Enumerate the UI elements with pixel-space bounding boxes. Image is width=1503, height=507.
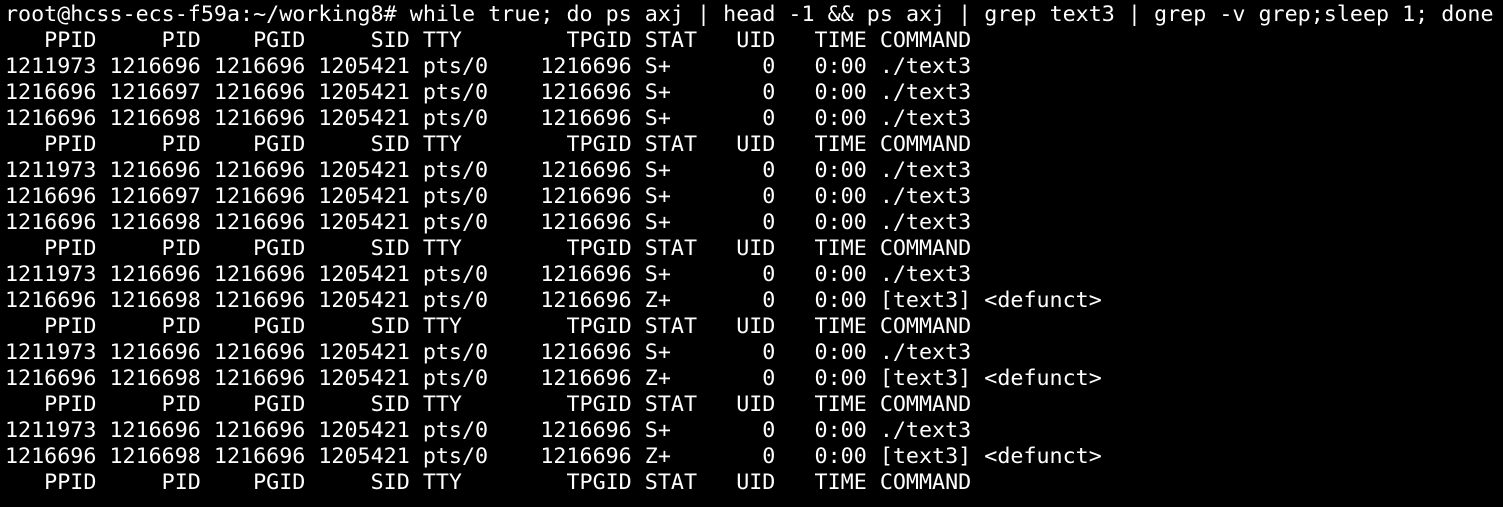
output-line: 1216696 1216697 1216696 1205421 pts/0 12… bbox=[5, 80, 972, 105]
output-line: PPID PID PGID SID TTY TPGID STAT UID TIM… bbox=[5, 470, 972, 495]
command-text: while true; do ps axj | head -1 && ps ax… bbox=[409, 2, 1494, 27]
output-line: 1216696 1216698 1216696 1205421 pts/0 12… bbox=[5, 288, 1102, 313]
output-line: 1216696 1216697 1216696 1205421 pts/0 12… bbox=[5, 184, 972, 209]
output-line: PPID PID PGID SID TTY TPGID STAT UID TIM… bbox=[5, 132, 972, 157]
output-line: 1211973 1216696 1216696 1205421 pts/0 12… bbox=[5, 262, 972, 287]
output-line: PPID PID PGID SID TTY TPGID STAT UID TIM… bbox=[5, 236, 972, 261]
output-line: 1216696 1216698 1216696 1205421 pts/0 12… bbox=[5, 444, 1102, 469]
output-line: PPID PID PGID SID TTY TPGID STAT UID TIM… bbox=[5, 392, 972, 417]
command-line: root@hcss-ecs-f59a:~/working8# while tru… bbox=[5, 2, 1503, 28]
shell-prompt: root@hcss-ecs-f59a:~/working8# bbox=[5, 2, 397, 27]
output-line: 1211973 1216696 1216696 1205421 pts/0 12… bbox=[5, 418, 972, 443]
output-line: 1211973 1216696 1216696 1205421 pts/0 12… bbox=[5, 158, 972, 183]
output-line: 1211973 1216696 1216696 1205421 pts/0 12… bbox=[5, 340, 972, 365]
output-line: 1216696 1216698 1216696 1205421 pts/0 12… bbox=[5, 210, 972, 235]
output-line: PPID PID PGID SID TTY TPGID STAT UID TIM… bbox=[5, 28, 972, 53]
output-line: PPID PID PGID SID TTY TPGID STAT UID TIM… bbox=[5, 314, 972, 339]
output-line: 1216696 1216698 1216696 1205421 pts/0 12… bbox=[5, 366, 1102, 391]
output-line: 1216696 1216698 1216696 1205421 pts/0 12… bbox=[5, 106, 972, 131]
terminal-window[interactable]: root@hcss-ecs-f59a:~/working8# while tru… bbox=[0, 0, 1503, 507]
output-line: 1211973 1216696 1216696 1205421 pts/0 12… bbox=[5, 54, 972, 79]
